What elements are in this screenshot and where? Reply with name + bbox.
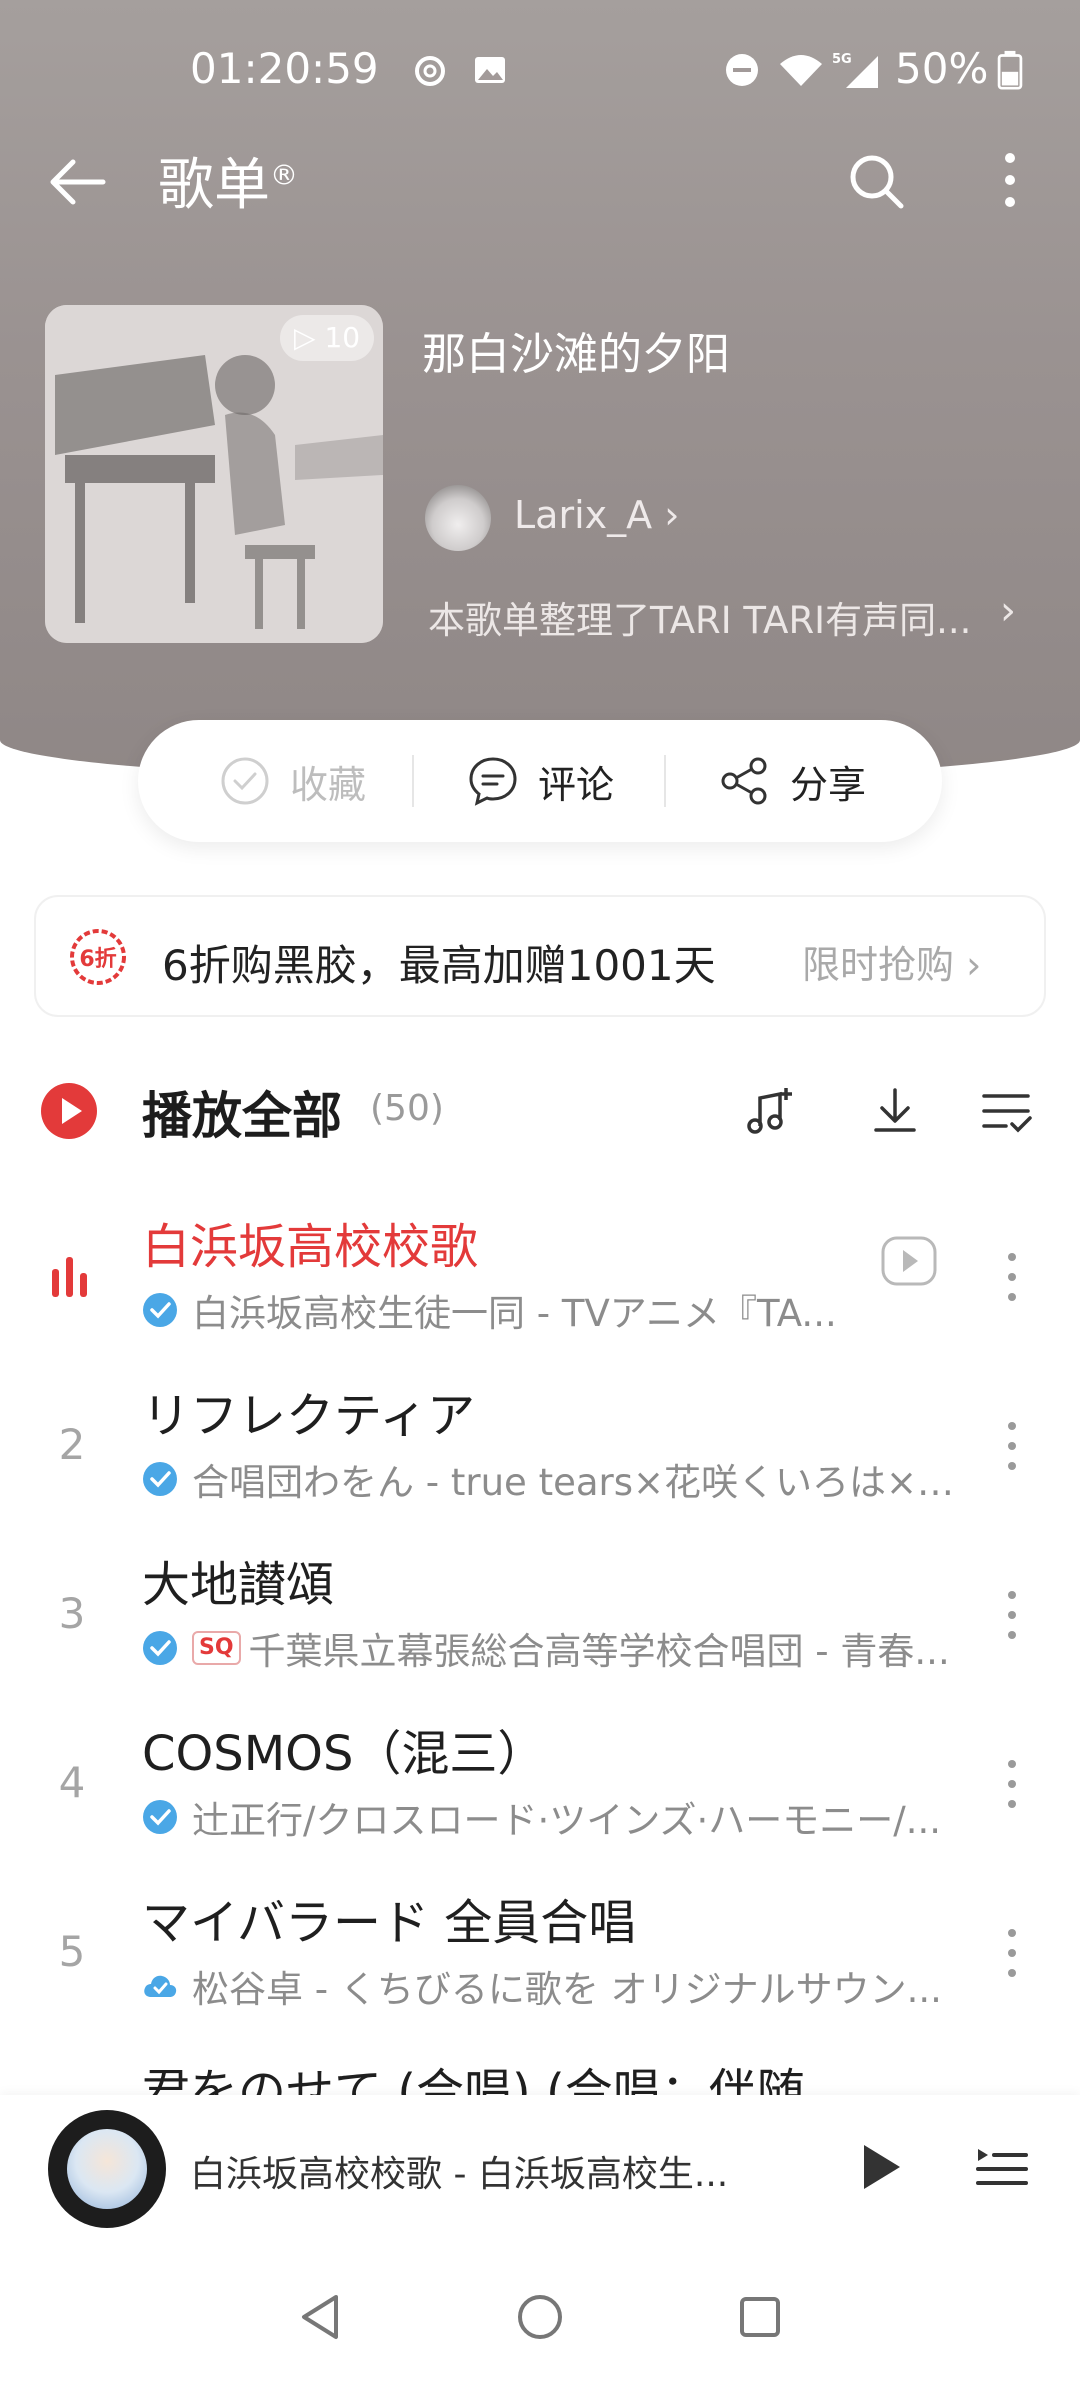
song-more-icon[interactable] bbox=[998, 1247, 1026, 1307]
sq-quality-badge: SQ bbox=[192, 1631, 241, 1665]
song-title: 白浜坂高校校歌 bbox=[142, 1219, 479, 1275]
song-index: 5 bbox=[58, 1927, 86, 1976]
nav-back-icon[interactable] bbox=[290, 2285, 354, 2349]
comment-label: 评论 bbox=[538, 762, 615, 807]
collect-button[interactable]: 收藏 bbox=[218, 720, 366, 842]
svg-text:6折: 6折 bbox=[79, 947, 116, 972]
creator-avatar[interactable] bbox=[425, 485, 491, 551]
song-row[interactable]: 4 COSMOS（混三） 辻正行/クロスロード·ツインズ·ハーモニー/... bbox=[0, 1702, 1080, 1867]
image-notification-icon bbox=[475, 57, 505, 83]
song-artist-album: 合唱団わをん - true tears×花咲くいろは×TA... bbox=[192, 1461, 972, 1504]
song-index: 3 bbox=[58, 1589, 86, 1638]
cloud-check-icon bbox=[144, 1975, 177, 1997]
song-row[interactable]: 2 リフレクティア 合唱団わをん - true tears×花咲くいろは×TA.… bbox=[0, 1364, 1080, 1529]
netease-notification-icon bbox=[415, 56, 445, 86]
song-row[interactable]: 5 マイバラード 全員合唱 松谷卓 - くちびるに歌を オリジナルサウン... bbox=[0, 1871, 1080, 2036]
nav-home-icon[interactable] bbox=[508, 2285, 572, 2349]
now-playing-art bbox=[67, 2129, 147, 2209]
share-button[interactable]: 分享 bbox=[718, 720, 866, 842]
playlist-actions: 收藏 评论 分享 bbox=[138, 720, 942, 842]
play-count-badge: ▷ 10 bbox=[280, 315, 375, 361]
creator-link[interactable]: Larix_A › bbox=[514, 493, 679, 537]
wifi-icon bbox=[780, 55, 822, 86]
divider bbox=[664, 755, 666, 807]
song-title: COSMOS（混三） bbox=[142, 1726, 546, 1782]
song-title: リフレクティア bbox=[142, 1388, 476, 1444]
song-subtitle: 松谷卓 - くちびるに歌を オリジナルサウン... bbox=[142, 1961, 972, 2011]
now-playing-disc[interactable] bbox=[48, 2110, 166, 2228]
battery-icon bbox=[997, 50, 1023, 90]
mv-play-icon[interactable] bbox=[880, 1235, 938, 1287]
nav-recents-icon[interactable] bbox=[728, 2285, 792, 2349]
song-subtitle: 辻正行/クロスロード·ツインズ·ハーモニー/... bbox=[142, 1792, 972, 1842]
song-artist-album: 松谷卓 - くちびるに歌を オリジナルサウン... bbox=[192, 1968, 942, 2011]
share-label: 分享 bbox=[790, 762, 867, 807]
downloaded-check-icon bbox=[143, 1631, 177, 1665]
add-music-icon[interactable] bbox=[740, 1082, 798, 1140]
check-circle-icon bbox=[221, 757, 269, 805]
song-row[interactable]: 3 大地讃頌 SQ 千葉県立幕張総合高等学校合唱団 - 青春... bbox=[0, 1533, 1080, 1698]
comment-icon bbox=[469, 757, 517, 806]
discount-badge-icon: 6折 bbox=[70, 929, 126, 985]
play-all-row: 播放全部 (50) bbox=[0, 1060, 1080, 1160]
now-playing-bars-icon bbox=[52, 1257, 87, 1297]
creator-name: Larix_A bbox=[514, 493, 653, 537]
promo-cta-label: 限时抢购 bbox=[802, 943, 955, 987]
song-title: 君をのせて (合唱) (合唱：伴随... bbox=[142, 2064, 851, 2095]
promo-text: 6折购黑胶，最高加赠1001天 bbox=[162, 941, 716, 990]
downloaded-check-icon bbox=[143, 1462, 177, 1496]
play-count-value: 10 bbox=[324, 321, 361, 354]
comment-button[interactable]: 评论 bbox=[466, 720, 614, 842]
dnd-icon bbox=[726, 54, 758, 86]
back-arrow-icon[interactable] bbox=[45, 150, 109, 214]
svg-text:5G: 5G bbox=[832, 52, 852, 67]
now-playing-text[interactable]: 白浜坂高校校歌 - 白浜坂高校生... bbox=[190, 2145, 750, 2197]
system-nav-bar bbox=[0, 2245, 1080, 2400]
top-bar: 歌单® bbox=[0, 130, 1080, 230]
play-all-icon[interactable] bbox=[40, 1082, 98, 1140]
playlist-name: 那白沙滩的夕阳 bbox=[422, 329, 730, 380]
download-icon[interactable] bbox=[866, 1082, 924, 1140]
status-bar: 01:20:59 5G 50% bbox=[0, 40, 1080, 100]
song-more-icon[interactable] bbox=[998, 1923, 1026, 1983]
play-icon[interactable] bbox=[850, 2137, 910, 2197]
multi-select-icon[interactable] bbox=[978, 1082, 1036, 1140]
song-index: 2 bbox=[58, 1420, 86, 1469]
song-count: (50) bbox=[370, 1088, 444, 1129]
divider bbox=[412, 755, 414, 807]
song-index: 4 bbox=[58, 1758, 86, 1807]
song-more-icon[interactable] bbox=[998, 1416, 1026, 1476]
playlist-queue-icon[interactable] bbox=[972, 2137, 1032, 2197]
share-icon bbox=[721, 757, 767, 805]
song-subtitle: SQ 千葉県立幕張総合高等学校合唱団 - 青春... bbox=[142, 1623, 972, 1673]
song-title: マイバラード 全員合唱 bbox=[142, 1895, 637, 1951]
chevron-right-icon: › bbox=[1000, 588, 1016, 634]
song-title: 大地讃頌 bbox=[142, 1557, 335, 1613]
downloaded-check-icon bbox=[143, 1293, 177, 1327]
cellular-5g-icon: 5G bbox=[832, 52, 878, 88]
song-artist-album: 白浜坂高校生徒一同 - TVアニメ『TA... bbox=[192, 1292, 837, 1335]
page-title-text: 歌单 bbox=[158, 153, 270, 218]
song-row[interactable]: 6 君をのせて (合唱) (合唱：伴随... bbox=[0, 2040, 1080, 2095]
song-more-icon[interactable] bbox=[998, 1754, 1026, 1814]
downloaded-check-icon bbox=[143, 1800, 177, 1834]
song-subtitle: 合唱団わをん - true tears×花咲くいろは×TA... bbox=[142, 1454, 972, 1504]
song-artist-album: 辻正行/クロスロード·ツインズ·ハーモニー/... bbox=[192, 1799, 941, 1842]
playlist-description[interactable]: 本歌单整理了TARI TARI有声同... bbox=[428, 590, 988, 644]
song-row[interactable]: 白浜坂高校校歌 白浜坂高校生徒一同 - TVアニメ『TA... bbox=[0, 1195, 1080, 1360]
battery-percent: 50% bbox=[895, 44, 989, 93]
registered-mark: ® bbox=[270, 158, 298, 192]
collect-label: 收藏 bbox=[290, 762, 367, 807]
song-more-icon[interactable] bbox=[998, 1585, 1026, 1645]
promo-cta[interactable]: 限时抢购 › bbox=[802, 934, 981, 989]
mini-player[interactable]: 白浜坂高校校歌 - 白浜坂高校生... bbox=[0, 2095, 1080, 2245]
song-artist-album: 千葉県立幕張総合高等学校合唱団 - 青春... bbox=[248, 1630, 950, 1673]
play-all-label[interactable]: 播放全部 bbox=[142, 1076, 342, 1148]
page-title: 歌单® bbox=[158, 140, 298, 221]
more-options-icon[interactable] bbox=[985, 148, 1035, 212]
song-subtitle: 白浜坂高校生徒一同 - TVアニメ『TA... bbox=[142, 1285, 972, 1335]
search-icon[interactable] bbox=[845, 150, 909, 214]
vinyl-promo-banner[interactable]: 6折 6折购黑胶，最高加赠1001天 限时抢购 › bbox=[34, 895, 1046, 1017]
status-time: 01:20:59 bbox=[190, 44, 379, 93]
